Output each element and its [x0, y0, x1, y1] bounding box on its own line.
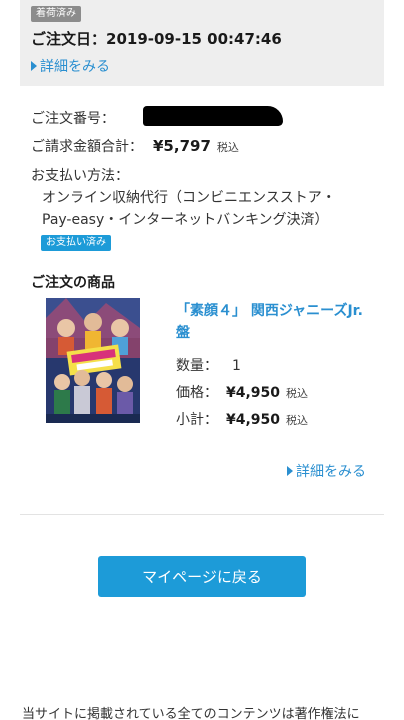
product-detail-link[interactable]: 詳細をみる: [287, 461, 366, 481]
product-price-tax: 税込: [286, 387, 309, 400]
order-total-row: ご請求金額合計： ¥5,797 税込: [31, 136, 239, 156]
order-detail-link[interactable]: 詳細をみる: [31, 56, 110, 76]
payment-method-line1: オンライン収納代行（コンビニエンスストア・: [42, 190, 336, 206]
triangle-right-icon: [287, 466, 293, 476]
product-detail-link-label: 詳細をみる: [296, 464, 366, 480]
product-subtotal-tax: 税込: [286, 414, 309, 427]
ordered-products-title: ご注文の商品: [31, 275, 115, 291]
delivery-status-badge: 着荷済み: [31, 6, 81, 22]
product-name-link[interactable]: 「素顔４」 関西ジャニーズJr.盤: [176, 300, 376, 344]
payment-method-label: お支払い方法：: [31, 168, 129, 184]
triangle-right-icon: [31, 61, 37, 71]
section-divider: [20, 514, 384, 515]
order-number-label: ご注文番号：: [31, 111, 115, 127]
copyright-notice: 当サイトに掲載されている全てのコンテンツは著作権法に: [22, 707, 360, 720]
product-cover-image[interactable]: [46, 298, 140, 423]
order-date-label: ご注文日：: [31, 30, 107, 48]
redacted-order-number: [143, 106, 283, 126]
product-price-row: 価格： ¥4,950 税込: [176, 382, 308, 402]
product-subtotal-label: 小計：: [176, 412, 218, 428]
order-date-value: 2019-09-15 00:47:46: [106, 30, 282, 48]
back-to-mypage-button[interactable]: マイページに戻る: [98, 556, 306, 597]
product-subtotal-row: 小計： ¥4,950 税込: [176, 409, 308, 429]
order-date: ご注文日：2019-09-15 00:47:46: [31, 28, 282, 49]
order-total-tax: 税込: [216, 141, 239, 154]
order-total-label: ご請求金額合計：: [31, 139, 143, 155]
product-quantity-value: 1: [232, 358, 241, 374]
order-number-row: ご注文番号：: [31, 108, 115, 128]
order-detail-link-label: 詳細をみる: [40, 59, 110, 75]
product-price-value: ¥4,950: [226, 385, 281, 401]
product-subtotal-value: ¥4,950: [226, 412, 281, 428]
product-price-label: 価格：: [176, 385, 218, 401]
order-total-value: ¥5,797: [153, 137, 211, 155]
payment-status-badge: お支払い済み: [41, 235, 111, 251]
product-quantity-label: 数量：: [176, 358, 218, 374]
product-quantity-row: 数量： 1: [176, 355, 241, 375]
payment-method-line2: Pay-easy・インターネットバンキング決済）: [42, 212, 329, 228]
